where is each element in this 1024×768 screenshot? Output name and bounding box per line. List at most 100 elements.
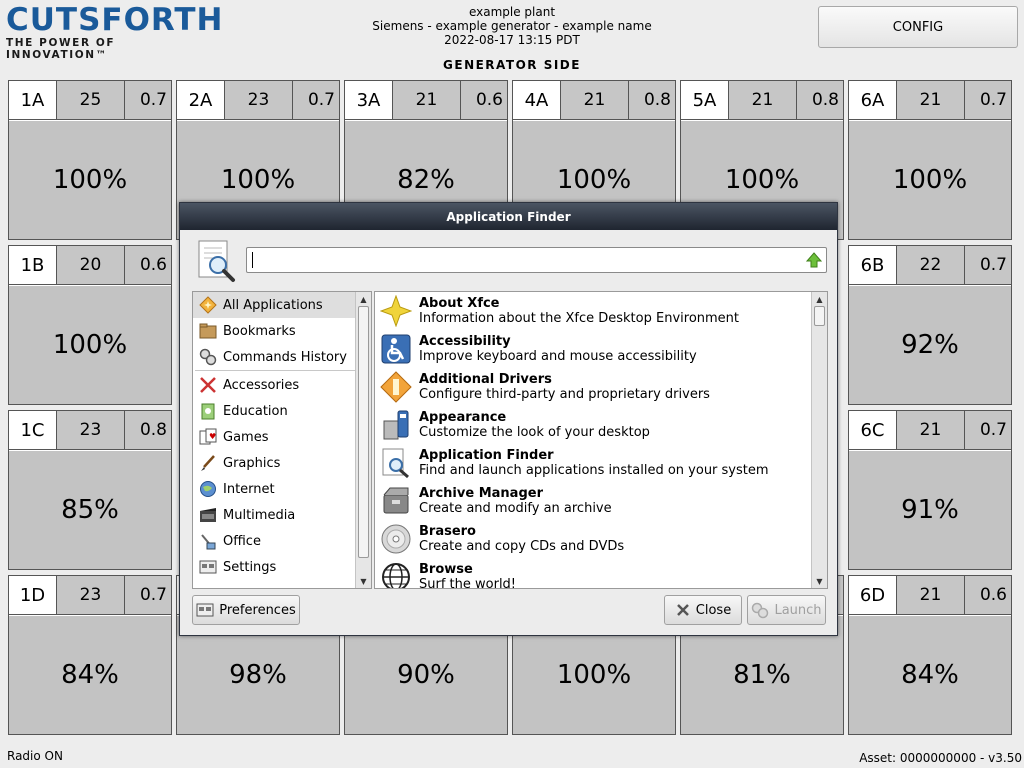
app-item-additional-drivers[interactable]: Additional Drivers Configure third-party … [375, 368, 827, 406]
tile-percent: 100% [9, 286, 171, 404]
app-item-accessibility[interactable]: Accessibility Improve keyboard and mouse … [375, 330, 827, 368]
plant-name: example plant [468, 5, 556, 19]
category-item-all-applications[interactable]: All Applications [193, 292, 371, 318]
app-item-application-finder[interactable]: Application Finder Find and launch applic… [375, 444, 827, 482]
plant-info: example plant Siemens - example generato… [312, 5, 712, 47]
category-item-office[interactable]: Office [193, 528, 371, 554]
brush-tile-6d[interactable]: 6D 21 0.6 84% [848, 575, 1012, 735]
brush-tile-6a[interactable]: 6A 21 0.7 100% [848, 80, 1012, 240]
preferences-button[interactable]: Preferences [192, 595, 300, 625]
category-label: Commands History [223, 349, 347, 365]
app-finder-icon [196, 239, 238, 283]
category-item-games[interactable]: ♥ Games [193, 424, 371, 450]
app-description: Find and launch applications installed o… [419, 463, 769, 478]
app-finder-icon [379, 446, 413, 480]
category-item-graphics[interactable]: Graphics [193, 450, 371, 476]
internet-icon [197, 479, 219, 499]
radio-status: Radio ON [7, 749, 63, 763]
brush-tile-6c[interactable]: 6C 21 0.7 91% [848, 410, 1012, 570]
app-item-browse[interactable]: Browse Surf the world! [375, 558, 827, 589]
scroll-down-arrow-icon[interactable]: ▼ [812, 574, 827, 588]
tile-ratio: 0.7 [965, 81, 1011, 119]
office-icon [197, 531, 219, 551]
category-item-settings[interactable]: Settings [193, 554, 371, 580]
category-item-commands-history[interactable]: Commands History [193, 344, 371, 370]
scroll-thumb[interactable] [358, 306, 369, 558]
app-item-archive-manager[interactable]: Archive Manager Create and modify an arch… [375, 482, 827, 520]
svg-text:♥: ♥ [209, 432, 216, 441]
dialog-titlebar[interactable]: Application Finder [180, 203, 837, 230]
category-item-bookmarks[interactable]: Bookmarks [193, 318, 371, 344]
app-description: Surf the world! [419, 577, 517, 589]
scroll-up-arrow-icon[interactable]: ▲ [356, 292, 371, 306]
application-list: About Xfce Information about the Xfce Des… [374, 291, 828, 589]
tile-id: 6D [849, 576, 897, 614]
scroll-down-arrow-icon[interactable]: ▼ [356, 574, 371, 588]
tile-value: 23 [57, 411, 125, 449]
app-item-appearance[interactable]: Appearance Customize the look of your des… [375, 406, 827, 444]
app-name: Appearance [419, 410, 507, 425]
tile-percent: 84% [9, 616, 171, 734]
scroll-thumb[interactable] [814, 306, 825, 326]
tile-ratio: 0.6 [461, 81, 507, 119]
tile-id: 5A [681, 81, 729, 119]
tile-id: 1A [9, 81, 57, 119]
section-title: GENERATOR SIDE [443, 58, 581, 72]
tile-percent: 100% [849, 121, 1011, 239]
scroll-up-arrow-icon[interactable]: ▲ [812, 292, 827, 306]
brush-tile-1c[interactable]: 1C 23 0.8 85% [8, 410, 172, 570]
close-icon [675, 602, 691, 618]
accessibility-icon [379, 332, 413, 366]
settings-icon [197, 557, 219, 577]
brush-tile-6b[interactable]: 6B 22 0.7 92% [848, 245, 1012, 405]
tile-ratio: 0.7 [293, 81, 339, 119]
search-input[interactable] [246, 247, 827, 273]
app-description: Configure third-party and proprietary dr… [419, 387, 710, 402]
config-button[interactable]: CONFIG [818, 6, 1018, 48]
category-scrollbar[interactable]: ▲ ▼ [355, 292, 371, 588]
launch-label: Launch [774, 602, 822, 618]
tile-ratio: 0.8 [629, 81, 675, 119]
category-item-accessories[interactable]: Accessories [193, 372, 371, 398]
launch-button[interactable]: Launch [747, 595, 826, 625]
xfce-star-icon [379, 294, 413, 328]
close-button[interactable]: Close [664, 595, 742, 625]
text-cursor [252, 252, 253, 268]
graphics-icon [197, 453, 219, 473]
generator-name: Siemens - example generator - example na… [372, 19, 652, 33]
brush-tile-1d[interactable]: 1D 23 0.7 84% [8, 575, 172, 735]
appearance-icon [379, 408, 413, 442]
category-item-internet[interactable]: Internet [193, 476, 371, 502]
tile-percent: 92% [849, 286, 1011, 404]
tile-ratio: 0.6 [965, 576, 1011, 614]
app-item-about-xfce[interactable]: About Xfce Information about the Xfce Des… [375, 292, 827, 330]
app-name: Application Finder [419, 448, 554, 463]
arrow-up-icon[interactable] [805, 251, 823, 269]
category-label: Education [223, 403, 288, 419]
tile-id: 6A [849, 81, 897, 119]
app-description: Create and copy CDs and DVDs [419, 539, 625, 554]
drivers-icon [379, 370, 413, 404]
globe-icon [379, 560, 413, 588]
tile-id: 6B [849, 246, 897, 284]
tile-id: 1C [9, 411, 57, 449]
category-label: Settings [223, 559, 277, 575]
accessories-icon [197, 375, 219, 395]
category-label: Internet [223, 481, 275, 497]
tile-ratio: 0.7 [125, 576, 171, 614]
app-finder-dialog: Application Finder All Applications Book… [179, 202, 838, 636]
brush-tile-1a[interactable]: 1A 25 0.7 100% [8, 80, 172, 240]
preferences-icon [196, 603, 214, 617]
tile-value: 21 [561, 81, 629, 119]
logo-wordmark: CUTSFORTH [6, 2, 224, 38]
tile-value: 21 [897, 576, 965, 614]
brush-tile-1b[interactable]: 1B 20 0.6 100% [8, 245, 172, 405]
tile-percent: 84% [849, 616, 1011, 734]
category-item-multimedia[interactable]: Multimedia [193, 502, 371, 528]
application-scrollbar[interactable]: ▲ ▼ [811, 292, 827, 588]
tile-ratio: 0.8 [797, 81, 843, 119]
asset-version: Asset: 0000000000 - v3.50 [859, 751, 1022, 765]
app-item-brasero[interactable]: Brasero Create and copy CDs and DVDs [375, 520, 827, 558]
category-item-education[interactable]: Education [193, 398, 371, 424]
timestamp: 2022-08-17 13:15 PDT [444, 33, 580, 47]
